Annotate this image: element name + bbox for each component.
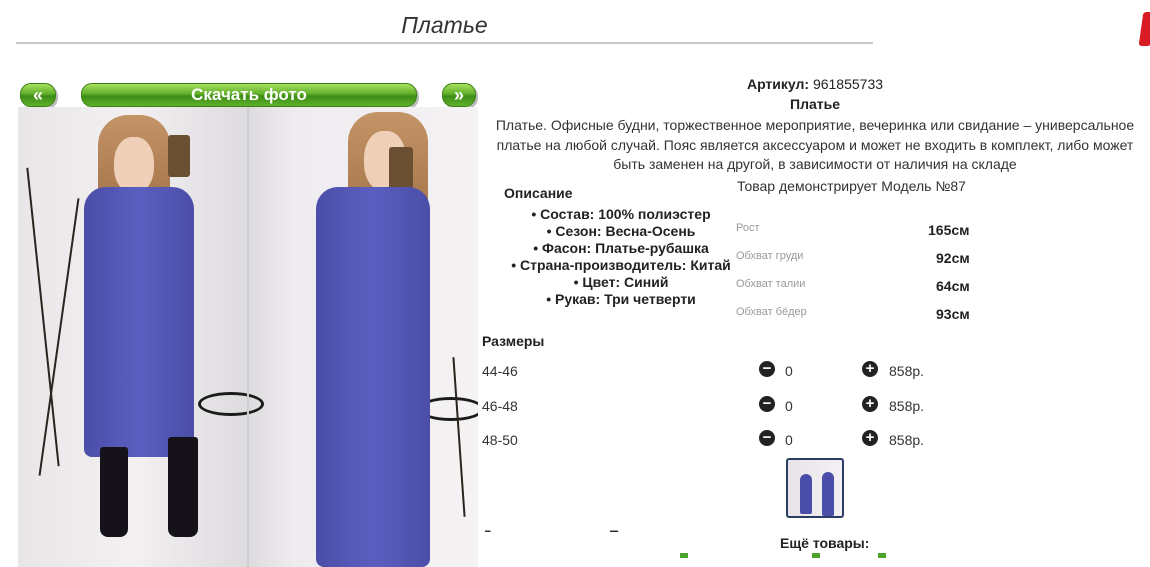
- model-face: [114, 137, 154, 193]
- measure-value-waist: 64см: [936, 278, 970, 294]
- plus-icon[interactable]: +: [862, 361, 878, 377]
- model-info: Товар демонстрирует Модель №87: [737, 178, 966, 194]
- measure-value-hips: 93см: [936, 306, 970, 322]
- sizes-title: Размеры: [482, 333, 545, 349]
- model-phone: [389, 147, 413, 191]
- size-label: 48-50: [482, 432, 518, 448]
- size-row: 46-48 − 0 + 858р.: [482, 396, 982, 418]
- measure-label-height: Рост: [736, 222, 760, 234]
- article-line: Артикул: 961855733: [480, 76, 1150, 92]
- spec-item: Фасон: Платье-рубашка: [500, 240, 742, 257]
- plus-icon[interactable]: +: [862, 396, 878, 412]
- size-row: 44-46 − 0 + 858р.: [482, 361, 982, 383]
- prev-photo-button[interactable]: «: [20, 83, 56, 107]
- other-colors-heading: Другие цвета: [482, 524, 574, 532]
- size-row: 48-50 − 0 + 858р.: [482, 430, 982, 452]
- green-link-fragment[interactable]: [680, 553, 688, 558]
- measure-value-height: 165см: [928, 222, 970, 238]
- download-photo-button[interactable]: Скачать фото: [81, 83, 417, 107]
- green-link-fragment[interactable]: [812, 553, 820, 558]
- product-description: Платье. Офисные будни, торжественное мер…: [495, 117, 1135, 172]
- decor-branch: [26, 167, 60, 467]
- photo-thumbnail[interactable]: [786, 458, 844, 518]
- photo-divider: [247, 107, 249, 567]
- measure-label-waist: Обхват талии: [736, 278, 806, 290]
- size-label: 44-46: [482, 363, 518, 379]
- article-label: Артикул:: [746, 76, 810, 92]
- specs-list: Состав: 100% полиэстер Сезон: Весна-Осен…: [500, 206, 742, 308]
- spec-item: Сезон: Весна-Осень: [500, 223, 742, 240]
- model-dress: [84, 187, 194, 457]
- size-price: 858р.: [889, 398, 925, 414]
- product-name: Платье: [790, 96, 840, 112]
- corner-logo-mark[interactable]: [1138, 12, 1150, 46]
- size-price: 858р.: [889, 363, 925, 379]
- spec-item: Рукав: Три четверти: [500, 291, 742, 308]
- thumbnail-figure: [800, 474, 812, 514]
- spec-item: Страна-производитель: Китай: [500, 257, 742, 274]
- size-label: 46-48: [482, 398, 518, 414]
- similar-products-heading: Похожие товары: [609, 524, 725, 532]
- quantity-value: 0: [785, 432, 793, 448]
- measure-label-hips: Обхват бёдер: [736, 306, 807, 318]
- next-photo-button[interactable]: »: [442, 83, 476, 107]
- model-boot: [100, 447, 128, 537]
- page-title: Платье: [16, 10, 873, 44]
- decor-table: [198, 392, 264, 416]
- spec-item: Цвет: Синий: [500, 274, 742, 291]
- minus-icon[interactable]: −: [759, 430, 775, 446]
- specs-title: Описание: [504, 185, 573, 201]
- minus-icon[interactable]: −: [759, 396, 775, 412]
- model-phone: [168, 135, 190, 177]
- thumbnail-figure: [822, 472, 834, 516]
- model-dress: [316, 187, 430, 567]
- spec-item: Состав: 100% полиэстер: [500, 206, 742, 223]
- size-price: 858р.: [889, 432, 925, 448]
- plus-icon[interactable]: +: [862, 430, 878, 446]
- measure-value-chest: 92см: [936, 250, 970, 266]
- measure-label-chest: Обхват груди: [736, 250, 804, 262]
- green-link-fragment[interactable]: [878, 553, 886, 558]
- model-boot: [168, 437, 198, 537]
- decor-branch: [452, 357, 466, 517]
- quantity-value: 0: [785, 398, 793, 414]
- quantity-value: 0: [785, 363, 793, 379]
- more-products-heading: Ещё товары:: [780, 535, 870, 551]
- product-photo[interactable]: [18, 107, 478, 567]
- article-value: 961855733: [812, 76, 884, 92]
- minus-icon[interactable]: −: [759, 361, 775, 377]
